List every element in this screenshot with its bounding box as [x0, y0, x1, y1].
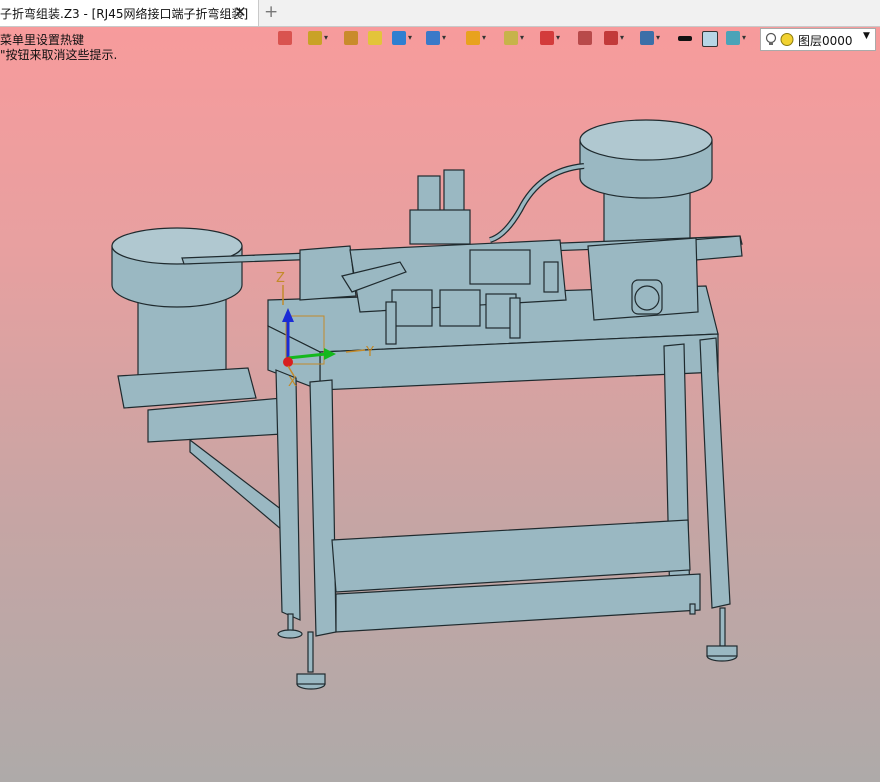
- machine-assembly: [111, 119, 743, 690]
- rail-end: [689, 235, 743, 261]
- left-bowl-feeder: [111, 227, 257, 409]
- machine-model[interactable]: Z Y X: [0, 27, 880, 782]
- close-tab-icon[interactable]: ✕: [234, 3, 247, 21]
- tab-bar: 子折弯组装.Z3 - [RJ45网络接口端子折弯组装] ✕ +: [0, 0, 880, 27]
- z-axis-label: Z: [276, 271, 285, 286]
- right-bowl-feeder: [489, 119, 713, 251]
- motor-housing: [587, 237, 699, 321]
- y-axis-label: Y: [365, 345, 374, 360]
- table-frame: [267, 285, 738, 690]
- tab-title: 子折弯组装.Z3 - [RJ45网络接口端子折弯组装]: [0, 7, 249, 21]
- x-axis-label: X: [288, 375, 297, 390]
- left-brace: [189, 438, 283, 532]
- document-tab[interactable]: 子折弯组装.Z3 - [RJ45网络接口端子折弯组装] ✕: [0, 0, 259, 26]
- add-tab-icon[interactable]: +: [264, 2, 278, 22]
